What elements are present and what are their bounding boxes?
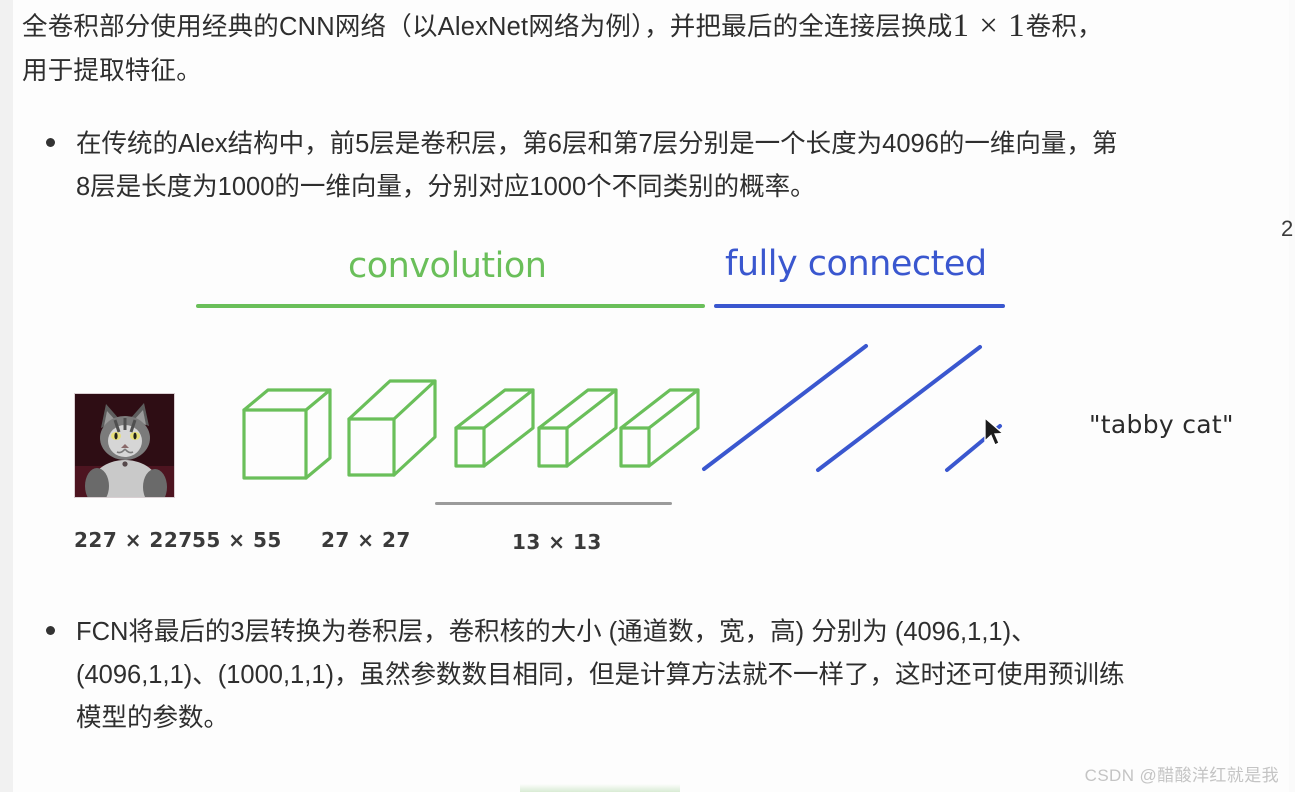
output-label-tabby-cat: "tabby cat" <box>1089 410 1234 439</box>
dimension-label-input: 227 × 227 <box>74 528 193 552</box>
bullet-1-line-2: 8层是长度为1000的一维向量，分别对应1000个不同类别的概率。 <box>76 173 816 201</box>
clipped-edge-character: 2 <box>1281 216 1294 241</box>
intro-text-after-math: 卷积， <box>1025 13 1103 41</box>
conv-block-13a <box>454 388 535 468</box>
bullet-2-line-1: FCN将最后的3层转换为卷积层，卷积核的大小 (通道数，宽，高) 分别为 (40… <box>76 618 1037 646</box>
thirteen-by-thirteen-group-rule <box>435 502 672 505</box>
intro-text-before-math: 全卷积部分使用经典的CNN网络（以AlexNet网络为例），并把最后的全连接层换… <box>22 13 953 41</box>
bullet-marker-icon <box>46 138 55 147</box>
math-one-by-one: 1 × 1 <box>952 8 1026 44</box>
bullet-1-line-1: 在传统的Alex结构中，前5层是卷积层，第6层和第7层分别是一个长度为4096的… <box>76 130 1118 158</box>
fc-line-8 <box>945 424 1002 472</box>
bullet-2-line-2: (4096,1,1)、(1000,1,1)，虽然参数数目相同，但是计算方法就不一… <box>76 661 1125 689</box>
dimension-label-conv345: 13 × 13 <box>512 530 602 554</box>
bullet-2-line-3: 模型的参数。 <box>76 704 230 732</box>
conv-block-55 <box>242 388 332 480</box>
conv-block-13c <box>619 388 700 468</box>
intro-paragraph-line-1: 全卷积部分使用经典的CNN网络（以AlexNet网络为例），并把最后的全连接层换… <box>22 5 1103 50</box>
dimension-label-conv2: 27 × 27 <box>321 528 411 552</box>
alexnet-architecture-figure: convolution fully connected 227 × 227 55… <box>0 230 1295 570</box>
clipped-bottom-content <box>520 784 680 792</box>
csdn-watermark: CSDN @醋酸洋红就是我 <box>1084 766 1279 785</box>
bullet-marker-icon <box>46 626 55 635</box>
dimension-label-conv1: 55 × 55 <box>192 528 282 552</box>
conv-block-27 <box>347 379 437 477</box>
conv-block-13b <box>537 388 618 468</box>
intro-paragraph-line-2: 用于提取特征。 <box>22 57 202 85</box>
figure-shapes-layer <box>242 344 1002 480</box>
